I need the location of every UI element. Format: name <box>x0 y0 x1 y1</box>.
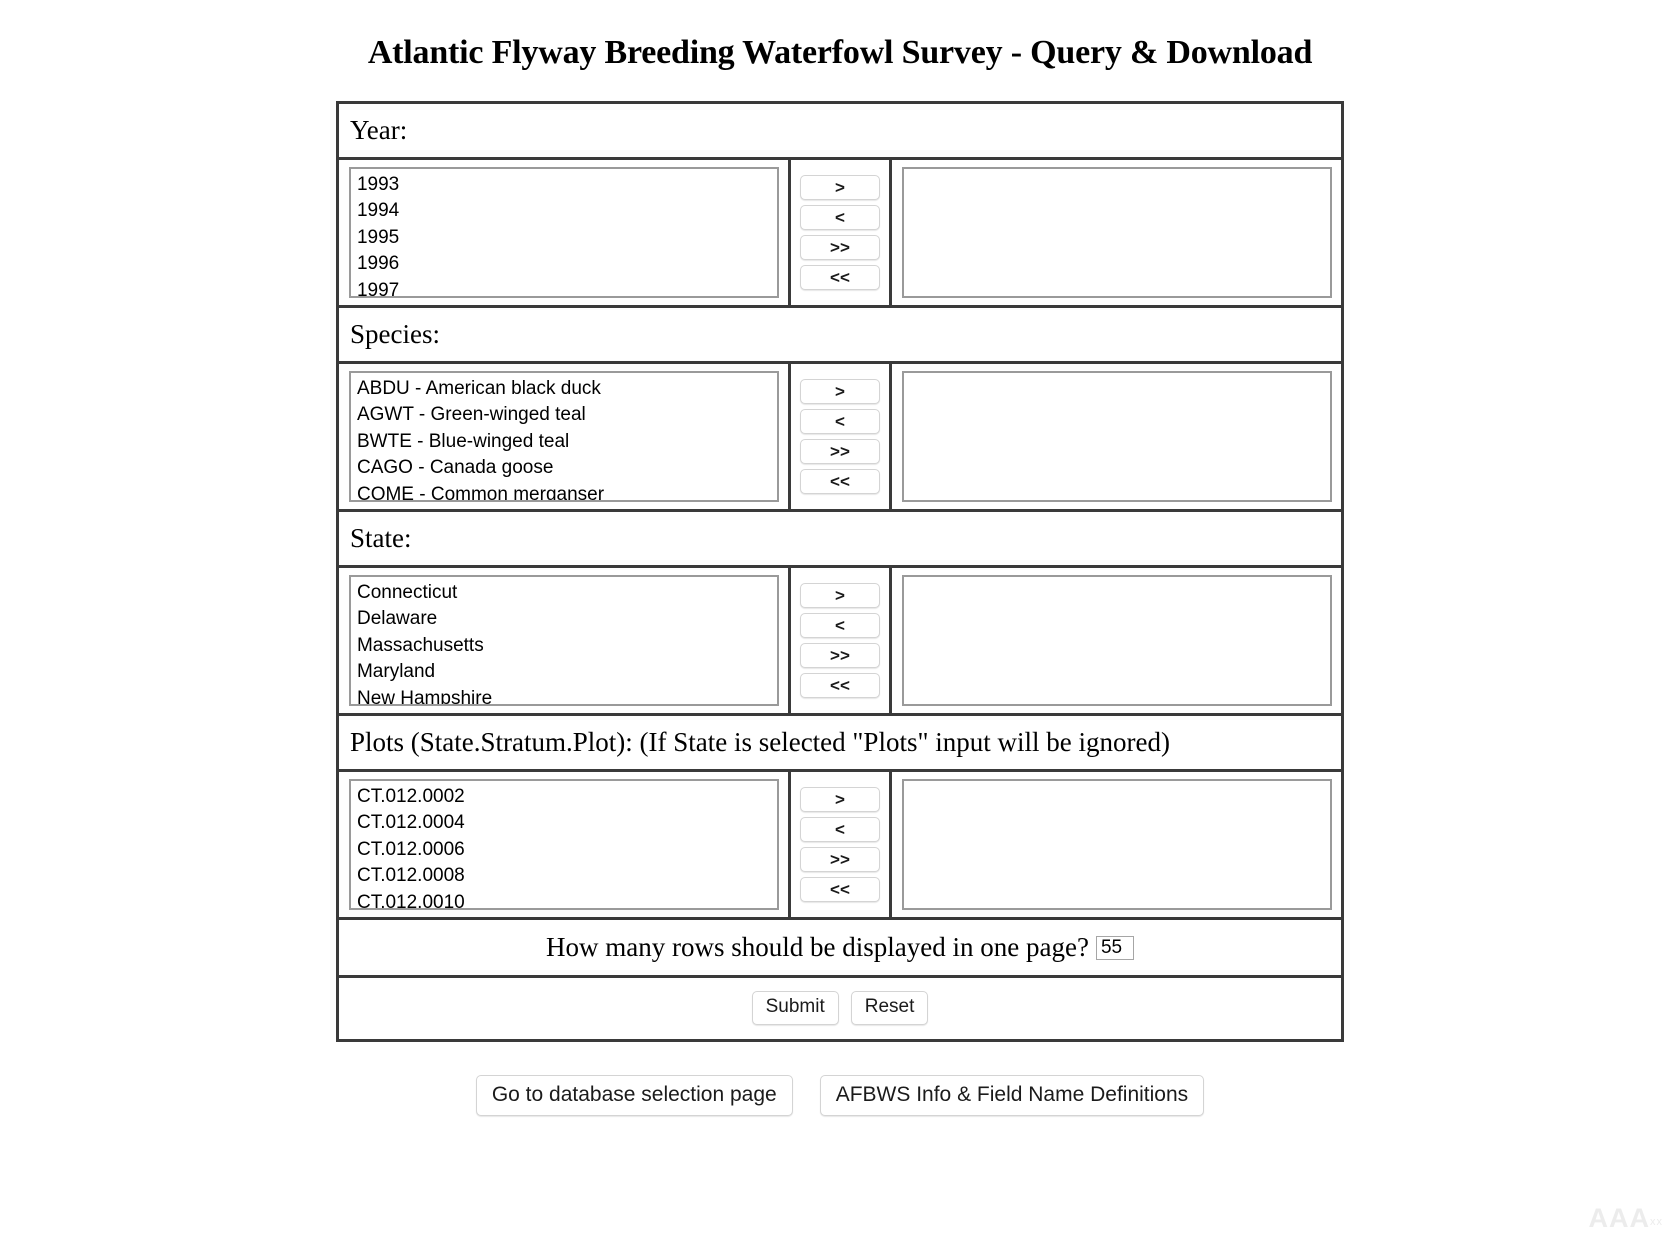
add-one-button-plots[interactable]: > <box>799 787 880 812</box>
list-item[interactable]: Massachusetts <box>356 633 777 659</box>
database-selection-button[interactable]: Go to database selection page <box>475 1074 793 1117</box>
list-item[interactable]: Maryland <box>356 659 777 685</box>
list-item[interactable]: CT.012.0006 <box>356 837 777 863</box>
watermark-text: AAA <box>1588 1203 1650 1233</box>
transfer-buttons-plots: > < >> << <box>791 781 889 908</box>
list-item[interactable]: CT.012.0002 <box>356 784 777 810</box>
add-one-button-species[interactable]: > <box>799 379 880 404</box>
selected-list-state[interactable] <box>901 575 1332 706</box>
list-item[interactable]: CT.012.0010 <box>356 890 777 908</box>
available-list-state[interactable]: Connecticut Delaware Massachusetts Maryl… <box>348 575 779 706</box>
available-list-year[interactable]: 1993 1994 1995 1996 1997 <box>348 167 779 298</box>
section-body-state: Connecticut Delaware Massachusetts Maryl… <box>335 565 1345 716</box>
watermark-subtext: xx <box>1650 1216 1663 1228</box>
rows-per-page-label: How many rows should be displayed in one… <box>546 932 1089 962</box>
selected-list-species[interactable] <box>901 371 1332 502</box>
list-item[interactable]: BWTE - Blue-winged teal <box>356 429 777 455</box>
transfer-buttons-species: > < >> << <box>791 373 889 500</box>
add-all-button-state[interactable]: >> <box>799 643 880 668</box>
remove-all-button-plots[interactable]: << <box>799 877 880 902</box>
section-header-plots: Plots (State.Stratum.Plot): (If State is… <box>335 713 1345 772</box>
rows-per-page-row: How many rows should be displayed in one… <box>335 917 1345 978</box>
rows-per-page-input[interactable] <box>1095 936 1134 960</box>
query-form-body: Year: 1993 1994 1995 1996 1997 > < >> <<… <box>335 101 1345 1042</box>
list-item[interactable]: CAGO - Canada goose <box>356 455 777 481</box>
remove-all-button-species[interactable]: << <box>799 469 880 494</box>
page-root: Atlantic Flyway Breeding Waterfowl Surve… <box>0 0 1680 1246</box>
section-body-year: 1993 1994 1995 1996 1997 > < >> << <box>335 157 1345 308</box>
available-list-species[interactable]: ABDU - American black duck AGWT - Green-… <box>348 371 779 502</box>
query-form-wrapper: Year: 1993 1994 1995 1996 1997 > < >> <<… <box>0 101 1680 1042</box>
page-title: Atlantic Flyway Breeding Waterfowl Surve… <box>367 34 1313 71</box>
remove-all-button-year[interactable]: << <box>799 265 880 290</box>
remove-one-button-species[interactable]: < <box>799 409 880 434</box>
remove-one-button-plots[interactable]: < <box>799 817 880 842</box>
list-item[interactable]: CT.012.0004 <box>356 810 777 836</box>
transfer-buttons-state: > < >> << <box>791 577 889 704</box>
available-list-plots[interactable]: CT.012.0002 CT.012.0004 CT.012.0006 CT.0… <box>348 779 779 910</box>
list-item[interactable]: CT.012.0008 <box>356 863 777 889</box>
section-header-species: Species: <box>335 305 1345 364</box>
remove-one-button-state[interactable]: < <box>799 613 880 638</box>
list-item[interactable]: AGWT - Green-winged teal <box>356 402 777 428</box>
form-actions-row: Submit Reset <box>335 975 1345 1042</box>
list-item[interactable]: ABDU - American black duck <box>356 376 777 402</box>
add-one-button-state[interactable]: > <box>799 583 880 608</box>
list-item[interactable]: Connecticut <box>356 580 777 606</box>
remove-one-button-year[interactable]: < <box>799 205 880 230</box>
list-item[interactable]: 1996 <box>356 251 777 277</box>
label-year: Year: <box>349 115 408 145</box>
add-one-button-year[interactable]: > <box>799 175 880 200</box>
submit-button[interactable]: Submit <box>751 991 839 1025</box>
info-definitions-button[interactable]: AFBWS Info & Field Name Definitions <box>819 1074 1205 1117</box>
label-state: State: <box>349 523 412 553</box>
list-item[interactable]: Delaware <box>356 606 777 632</box>
label-species: Species: <box>349 319 440 349</box>
list-item[interactable]: 1995 <box>356 225 777 251</box>
list-item[interactable]: 1993 <box>356 172 777 198</box>
add-all-button-plots[interactable]: >> <box>799 847 880 872</box>
list-item[interactable]: 1997 <box>356 278 777 296</box>
query-form-table: Year: 1993 1994 1995 1996 1997 > < >> <<… <box>335 101 1345 1042</box>
add-all-button-species[interactable]: >> <box>799 439 880 464</box>
list-item[interactable]: New Hampshire <box>356 686 777 704</box>
section-body-plots: CT.012.0002 CT.012.0004 CT.012.0006 CT.0… <box>335 769 1345 920</box>
rows-per-page-container: How many rows should be displayed in one… <box>339 920 1341 975</box>
selected-list-plots[interactable] <box>901 779 1332 910</box>
add-all-button-year[interactable]: >> <box>799 235 880 260</box>
form-actions-container: Submit Reset <box>339 978 1341 1039</box>
footer-actions: Go to database selection page AFBWS Info… <box>0 1074 1680 1117</box>
list-item[interactable]: 1994 <box>356 198 777 224</box>
section-header-year: Year: <box>335 101 1345 160</box>
label-plots: Plots (State.Stratum.Plot): (If State is… <box>349 727 1170 757</box>
list-item[interactable]: COME - Common merganser <box>356 482 777 500</box>
reset-button[interactable]: Reset <box>850 991 929 1025</box>
transfer-buttons-year: > < >> << <box>791 169 889 296</box>
section-header-state: State: <box>335 509 1345 568</box>
selected-list-year[interactable] <box>901 167 1332 298</box>
section-body-species: ABDU - American black duck AGWT - Green-… <box>335 361 1345 512</box>
watermark: AAAxx <box>1589 1203 1664 1234</box>
remove-all-button-state[interactable]: << <box>799 673 880 698</box>
